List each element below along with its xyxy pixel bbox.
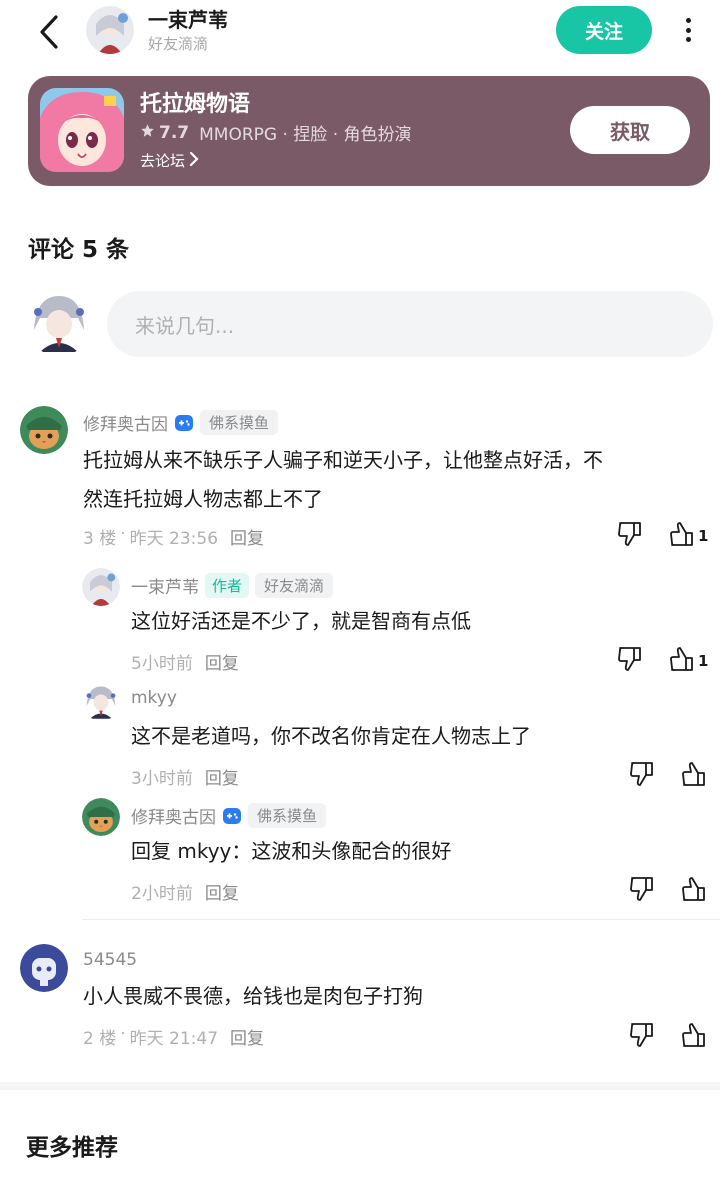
like-icon <box>668 645 696 677</box>
reply-button[interactable]: 回复 <box>205 764 239 789</box>
game-tags: MMORPG · 捏脸 · 角色扮演 <box>199 125 412 145</box>
dislike-icon[interactable] <box>628 760 656 788</box>
gamepad-icon <box>222 807 242 825</box>
comments-title: 评论 5 条 <box>28 237 130 263</box>
like-count: 1 <box>698 527 709 545</box>
comment-meta: 2小时前 回复 <box>131 879 239 904</box>
comment-text: 小人畏威不畏德，给钱也是肉包子打狗 <box>83 984 423 1008</box>
comment-meta: 5小时前 回复 <box>131 649 239 674</box>
comment-text: 回复 mkyy：这波和头像配合的很好 <box>131 839 452 863</box>
author-name[interactable]: 一束芦苇 <box>148 4 228 33</box>
comment-username[interactable]: 修拜奥古因 <box>131 803 216 828</box>
comment-time: 5小时前 <box>131 654 193 674</box>
comment-user: 54545 <box>83 950 137 970</box>
game-meta: 7.7 MMORPG · 捏脸 · 角色扮演 <box>140 120 412 145</box>
avatar[interactable] <box>82 683 120 721</box>
avatar[interactable] <box>20 944 68 992</box>
game-title: 托拉姆物语 <box>140 92 251 117</box>
comment-username[interactable]: mkyy <box>131 688 177 708</box>
like-count: 1 <box>698 652 709 670</box>
like-button[interactable]: 1 <box>668 645 708 677</box>
dislike-icon[interactable] <box>628 1021 656 1049</box>
comment-meta: 2 楼 · 昨天 21:47 回复 <box>83 1024 265 1049</box>
gamepad-icon <box>174 414 194 432</box>
comment-user: mkyy <box>131 688 177 708</box>
dislike-icon[interactable] <box>616 520 644 548</box>
back-icon[interactable] <box>34 12 64 52</box>
comment-text-line: 然连托拉姆人物志都上不了 <box>83 487 323 511</box>
dislike-icon[interactable] <box>628 875 656 903</box>
game-icon <box>40 88 124 172</box>
like-icon <box>668 520 696 552</box>
forum-link[interactable]: 去论坛 <box>140 150 199 171</box>
comment-meta: 3 楼 · 昨天 23:56 回复 <box>83 524 265 549</box>
like-icon[interactable] <box>680 1021 708 1049</box>
author-subtitle: 好友滴滴 <box>148 35 209 53</box>
avatar[interactable] <box>20 406 68 454</box>
forum-link-label: 去论坛 <box>140 152 186 170</box>
comment-floor: 2 楼 <box>83 1029 117 1049</box>
comment-user: 修拜奥古因 佛系摸鱼 <box>131 803 327 828</box>
comment-time: 3小时前 <box>131 769 193 789</box>
comment-time: 昨天 21:47 <box>129 1029 219 1049</box>
more-recommend-title: 更多推荐 <box>26 1135 118 1161</box>
author-avatar[interactable] <box>86 6 134 54</box>
game-card[interactable]: 托拉姆物语 7.7 MMORPG · 捏脸 · 角色扮演 去论坛 获取 <box>28 76 710 186</box>
more-icon[interactable] <box>676 14 700 46</box>
comment-username[interactable]: 54545 <box>83 950 137 970</box>
comment-time: 昨天 23:56 <box>129 529 219 549</box>
user-badge: 好友滴滴 <box>255 573 334 598</box>
comment-text: 托拉姆从来不缺乐子人骗子和逆天小子，让他整点好活，不 然连托拉姆人物志都上不了 <box>83 441 713 519</box>
comment-user: 修拜奥古因 佛系摸鱼 <box>83 410 279 435</box>
comment-floor: 3 楼 <box>83 529 117 549</box>
top-bar: 一束芦苇 好友滴滴 关注 <box>0 0 720 64</box>
comment-time: 2小时前 <box>131 884 193 904</box>
star-icon <box>140 123 155 143</box>
dislike-icon[interactable] <box>616 645 644 673</box>
comment-input[interactable]: 来说几句... <box>107 291 713 357</box>
follow-button[interactable]: 关注 <box>556 6 652 54</box>
game-rating: 7.7 <box>159 122 190 143</box>
like-button[interactable]: 1 <box>668 520 708 552</box>
like-icon[interactable] <box>680 875 708 903</box>
reply-button[interactable]: 回复 <box>230 524 264 549</box>
user-badge: 佛系摸鱼 <box>200 410 279 435</box>
comment-text-line: 托拉姆从来不缺乐子人骗子和逆天小子，让他整点好活，不 <box>83 448 603 472</box>
avatar[interactable] <box>82 568 120 606</box>
reply-button[interactable]: 回复 <box>205 879 239 904</box>
section-divider <box>0 1082 720 1090</box>
comment-text: 这位好活还是不少了，就是智商有点低 <box>131 609 471 633</box>
my-avatar <box>26 290 92 356</box>
reply-button[interactable]: 回复 <box>205 649 239 674</box>
chevron-right-icon <box>189 151 199 171</box>
comment-username[interactable]: 一束芦苇 <box>131 573 199 598</box>
like-icon[interactable] <box>680 760 708 788</box>
avatar[interactable] <box>82 798 120 836</box>
comment-meta: 3小时前 回复 <box>131 764 239 789</box>
user-badge: 佛系摸鱼 <box>248 803 327 828</box>
comment-user: 一束芦苇 作者 好友滴滴 <box>131 573 334 598</box>
get-button[interactable]: 获取 <box>570 106 690 154</box>
divider <box>82 919 720 920</box>
comment-text: 这不是老道吗，你不改名你肯定在人物志上了 <box>131 724 531 748</box>
comment-username[interactable]: 修拜奥古因 <box>83 410 168 435</box>
reply-button[interactable]: 回复 <box>230 1024 264 1049</box>
author-badge: 作者 <box>205 573 250 598</box>
